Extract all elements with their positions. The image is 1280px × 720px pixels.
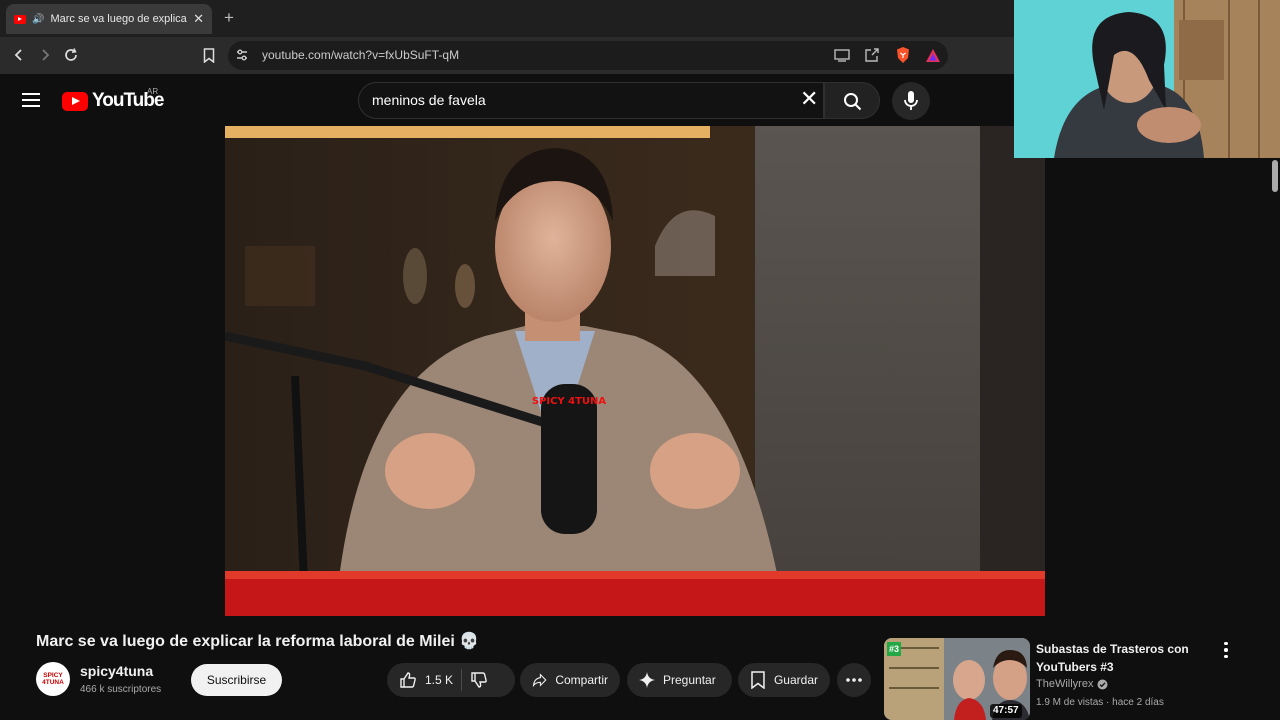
video-player[interactable]: SPICY 4TUNA [225,126,1045,616]
microphone-icon [904,91,918,110]
save-button[interactable]: Guardar [738,663,830,697]
video-duration: 47:57 [990,704,1022,718]
subscribe-button[interactable]: Suscribirse [191,664,282,696]
youtube-play-icon [62,91,88,111]
share-button[interactable]: Compartir [520,663,620,697]
more-vertical-icon[interactable] [1219,640,1233,660]
save-label: Guardar [773,673,818,687]
channel-name[interactable]: spicy4tuna [80,663,153,679]
like-count[interactable]: 1.5 K [425,673,453,687]
recommended-meta: 1.9 M de vistas · hace 2 días [1036,697,1164,708]
mic-brand-text: SPICY 4TUNA [532,396,607,407]
video-title: Marc se va luego de explicar la reforma … [36,633,480,650]
back-icon[interactable] [9,45,29,65]
clear-search-icon[interactable]: ✕ [800,88,818,110]
forward-icon[interactable] [35,45,55,65]
trending-rank-badge: #3 [887,642,902,656]
speaker-icon[interactable]: 🔊 [32,14,44,25]
video-frame: SPICY 4TUNA [225,126,1045,616]
recommended-channel-name: TheWillyrex [1036,678,1094,690]
cast-icon[interactable] [834,46,850,64]
close-tab-icon[interactable]: ✕ [193,11,204,27]
like-icon[interactable] [399,671,417,689]
webcam-overlay [1014,0,1280,158]
recommended-channel[interactable]: TheWillyrex [1036,678,1108,690]
more-actions-button[interactable] [837,663,871,697]
brave-rewards-icon[interactable] [925,46,941,64]
verified-icon [1097,679,1108,689]
share-label: Compartir [555,673,608,687]
like-dislike-group: 1.5 K [387,663,515,697]
browser-tab[interactable]: 🔊 Marc se va luego de explicar la reform… [6,4,212,34]
dislike-icon[interactable] [470,671,488,689]
share-page-icon[interactable] [864,46,880,64]
page-scrollbar[interactable] [1268,158,1280,720]
ask-button[interactable]: Preguntar [627,663,732,697]
ask-label: Preguntar [663,673,716,687]
menu-icon[interactable] [22,93,40,107]
search-button[interactable] [824,82,880,119]
url-text[interactable]: youtube.com/watch?v=fxUbSuFT-qM [262,48,459,62]
divider [461,669,463,691]
save-icon [751,671,765,689]
scrollbar-thumb[interactable] [1272,160,1278,192]
reload-icon[interactable] [61,45,81,65]
site-settings-icon[interactable] [232,45,252,65]
tab-title: Marc se va luego de explicar la reforma … [50,13,188,25]
search-icon [844,93,862,111]
subscriber-count: 466 k suscriptores [80,684,162,695]
bookmark-icon[interactable] [199,45,219,65]
more-horizontal-icon [846,678,862,682]
channel-avatar[interactable]: SPICY 4TUNA [36,662,70,696]
brave-shield-icon[interactable] [894,46,912,64]
youtube-favicon-icon [14,14,26,24]
search-query[interactable]: meninos de favela [372,92,486,108]
new-tab-icon[interactable]: + [224,8,234,28]
region-code: AR [147,87,159,96]
recommended-title[interactable]: Subastas de Trasteros con YouTubers #3 [1036,640,1216,676]
voice-search-button[interactable] [892,82,930,120]
share-icon [532,673,547,688]
sparkle-icon [639,672,655,688]
